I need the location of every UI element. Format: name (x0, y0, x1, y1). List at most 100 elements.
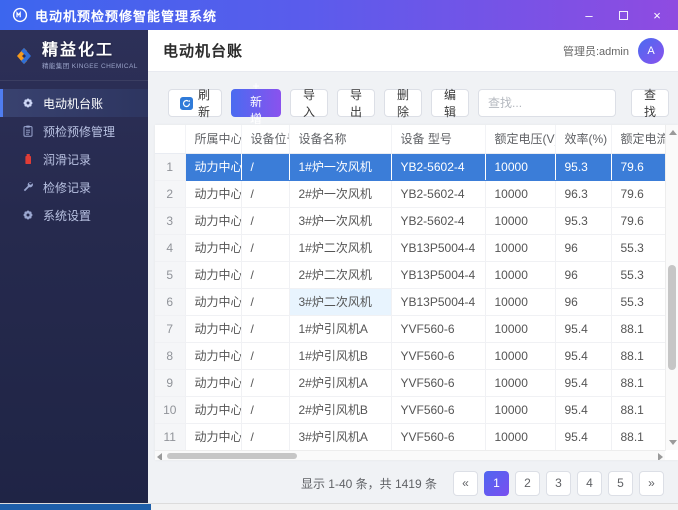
refresh-button[interactable]: 刷新 (168, 88, 223, 119)
page-button-3[interactable]: 3 (546, 470, 571, 496)
maximize-icon[interactable] (614, 6, 632, 24)
column-header[interactable]: 设备位号 (241, 125, 290, 154)
horizontal-scroll-thumb[interactable] (167, 453, 297, 459)
table-row[interactable]: 2 动力中心/2#炉一次风机 YB2-5602-4 10000 96.3 79.6 (155, 180, 666, 208)
table-cell[interactable]: 88.1 (611, 423, 666, 451)
table-cell[interactable]: YB13P5004-4 (391, 288, 486, 316)
table-cell[interactable]: 79.6 (611, 180, 666, 208)
sidebar-item-lubrication-records[interactable]: 润滑记录 (0, 145, 148, 173)
table-row[interactable]: 4 动力中心/1#炉二次风机 YB13P5004-4 10000 96 55.3 (155, 234, 666, 262)
table-cell[interactable]: 55.3 (611, 234, 666, 262)
avatar[interactable]: A (638, 37, 664, 64)
table-cell[interactable]: 1#炉一次风机 (289, 153, 392, 181)
search-button[interactable]: 查找 (631, 88, 670, 119)
page-button-5[interactable]: 5 (608, 470, 633, 496)
table-cell[interactable]: / (241, 396, 290, 424)
vertical-scrollbar[interactable] (665, 125, 678, 450)
row-number-cell[interactable]: 8 (155, 342, 186, 370)
table-row[interactable]: 10 动力中心/2#炉引风机B YVF560-6 10000 95.4 88.1 (155, 396, 666, 424)
table-cell[interactable]: 动力中心 (185, 342, 242, 370)
table-cell[interactable]: 动力中心 (185, 369, 242, 397)
table-cell[interactable]: / (241, 342, 290, 370)
table-cell[interactable]: 动力中心 (185, 207, 242, 235)
table-row[interactable]: 3 动力中心/3#炉一次风机 YB2-5602-4 10000 95.3 79.6 (155, 207, 666, 235)
table-cell[interactable]: 动力中心 (185, 423, 242, 451)
table-cell[interactable]: / (241, 261, 290, 289)
column-header[interactable]: 设备名称 (289, 125, 392, 154)
table-cell[interactable]: YVF560-6 (391, 342, 486, 370)
row-number-cell[interactable]: 4 (155, 234, 186, 262)
table-cell[interactable]: 79.6 (611, 207, 666, 235)
table-cell[interactable]: 2#炉引风机A (289, 369, 392, 397)
table-cell[interactable]: / (241, 180, 290, 208)
table-cell[interactable]: 95.3 (555, 153, 612, 181)
table-cell[interactable]: 10000 (485, 261, 556, 289)
vertical-scroll-thumb[interactable] (668, 265, 676, 370)
scroll-down-icon[interactable] (669, 440, 677, 445)
delete-button[interactable]: 删除 (384, 88, 423, 119)
table-cell[interactable]: / (241, 423, 290, 451)
table-cell[interactable]: YB2-5602-4 (391, 153, 486, 181)
table-cell[interactable]: 10000 (485, 153, 556, 181)
table-cell[interactable]: 88.1 (611, 315, 666, 343)
table-cell[interactable]: 88.1 (611, 342, 666, 370)
sidebar-item-maintenance-records[interactable]: 检修记录 (0, 173, 148, 201)
import-button[interactable]: 导入 (290, 88, 329, 119)
table-cell[interactable]: 1#炉二次风机 (289, 234, 392, 262)
row-number-cell[interactable]: 1 (155, 153, 186, 181)
column-header[interactable]: 额定电压(V) (485, 125, 556, 154)
table-cell[interactable]: 动力中心 (185, 234, 242, 262)
page-button-1[interactable]: 1 (484, 470, 509, 496)
table-cell[interactable]: 动力中心 (185, 261, 242, 289)
close-icon[interactable]: × (648, 6, 666, 24)
table-row[interactable]: 1 动力中心/1#炉一次风机 YB2-5602-4 10000 95.3 79.6 (155, 153, 666, 181)
search-input[interactable] (478, 89, 617, 117)
row-number-cell[interactable]: 3 (155, 207, 186, 235)
table-cell[interactable]: 动力中心 (185, 288, 242, 316)
scroll-left-icon[interactable] (157, 453, 162, 460)
prev-page-button[interactable]: « (453, 470, 478, 496)
next-page-button[interactable]: » (639, 470, 664, 496)
table-cell[interactable]: 96.3 (555, 180, 612, 208)
table-row[interactable]: 6 动力中心/3#炉二次风机 YB13P5004-4 10000 96 55.3 (155, 288, 666, 316)
sidebar-item-system-settings[interactable]: 系统设置 (0, 201, 148, 229)
column-header[interactable]: 所属中心 (185, 125, 242, 154)
sidebar-item-inspection-mgmt[interactable]: 预检预修管理 (0, 117, 148, 145)
table-cell[interactable]: / (241, 288, 290, 316)
scroll-up-icon[interactable] (669, 130, 677, 135)
table-cell[interactable]: 88.1 (611, 396, 666, 424)
table-cell[interactable]: 95.3 (555, 207, 612, 235)
table-cell[interactable]: YB2-5602-4 (391, 207, 486, 235)
table-cell[interactable]: 95.4 (555, 396, 612, 424)
table-cell[interactable]: 10000 (485, 207, 556, 235)
table-cell[interactable]: YB13P5004-4 (391, 261, 486, 289)
table-cell[interactable]: / (241, 369, 290, 397)
add-button[interactable]: + 新增 (231, 79, 282, 126)
column-header[interactable]: 额定电流(A) (611, 125, 666, 154)
table-cell[interactable]: 1#炉引风机B (289, 342, 392, 370)
table-cell[interactable]: 2#炉一次风机 (289, 180, 392, 208)
table-cell[interactable]: YVF560-6 (391, 369, 486, 397)
table-cell[interactable]: YVF560-6 (391, 396, 486, 424)
table-cell[interactable]: 3#炉一次风机 (289, 207, 392, 235)
minimize-icon[interactable]: – (580, 6, 598, 24)
table-cell[interactable]: 95.4 (555, 342, 612, 370)
table-cell[interactable]: 95.4 (555, 423, 612, 451)
table-cell[interactable]: / (241, 234, 290, 262)
table-cell[interactable]: 10000 (485, 180, 556, 208)
table-cell[interactable]: 10000 (485, 342, 556, 370)
table-row[interactable]: 8 动力中心/1#炉引风机B YVF560-6 10000 95.4 88.1 (155, 342, 666, 370)
table-cell[interactable]: / (241, 315, 290, 343)
column-header[interactable]: 设备 型号 (391, 125, 486, 154)
table-cell[interactable]: YB13P5004-4 (391, 234, 486, 262)
table-cell[interactable]: YVF560-6 (391, 423, 486, 451)
table-cell[interactable]: / (241, 153, 290, 181)
table-cell[interactable]: 10000 (485, 234, 556, 262)
table-row[interactable]: 9 动力中心/2#炉引风机A YVF560-6 10000 95.4 88.1 (155, 369, 666, 397)
table-cell[interactable]: 3#炉引风机A (289, 423, 392, 451)
table-cell[interactable]: YB2-5602-4 (391, 180, 486, 208)
table-cell[interactable]: 55.3 (611, 261, 666, 289)
table-cell[interactable]: 2#炉二次风机 (289, 261, 392, 289)
table-cell[interactable]: 2#炉引风机B (289, 396, 392, 424)
table-cell[interactable]: 10000 (485, 288, 556, 316)
